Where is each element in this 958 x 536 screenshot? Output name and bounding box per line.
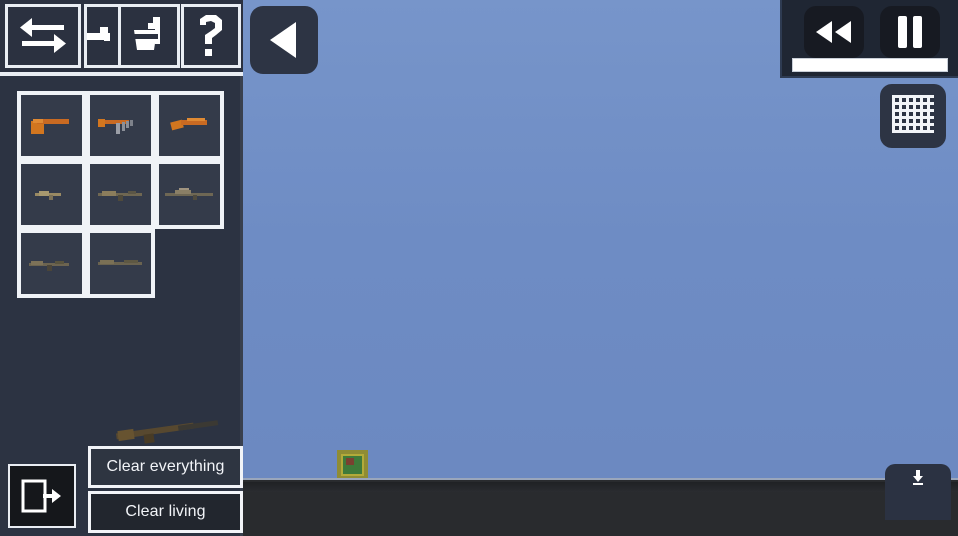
save-button[interactable]: Save xyxy=(885,464,951,520)
weapon-slot-carbine[interactable]: carbine xyxy=(17,160,86,229)
game-screen: Save Swap xyxy=(0,0,958,536)
weapon-slot-machine-gun[interactable]: machine-gun xyxy=(17,229,86,298)
swap-horizontal-icon xyxy=(20,18,66,53)
weapon-slot-assault-rifle[interactable]: assault-rifle xyxy=(86,160,155,229)
weapon-slot-sawed-off-shotgun[interactable]: sawed-off-shotgun xyxy=(155,91,224,160)
collapse-panel-button[interactable]: Collapse panel xyxy=(250,6,318,74)
download-icon xyxy=(913,470,923,485)
arrow-right-icon xyxy=(87,27,110,41)
weapon-slot-submachine-gun[interactable]: submachine-gun xyxy=(86,91,155,160)
assault-rifle-icon xyxy=(97,190,142,201)
background-weapon-decor xyxy=(115,420,219,444)
clear-actions: Clear everything Clear living xyxy=(88,446,243,533)
inventory-row: machine-gun shotgun xyxy=(17,229,155,298)
shotgun-icon xyxy=(97,259,142,265)
inventory-row: pistol submachine-gun xyxy=(17,91,224,160)
crate-detail xyxy=(346,458,354,465)
machine-gun-icon xyxy=(28,260,69,271)
exit-door-icon xyxy=(21,479,61,513)
sniper-rifle-icon xyxy=(164,187,213,200)
clear-everything-button[interactable]: Clear everything xyxy=(88,446,243,488)
paint-button[interactable]: Paint xyxy=(118,4,180,68)
scene-object-crate[interactable] xyxy=(337,450,368,480)
paint-bucket-icon xyxy=(132,17,160,50)
carbine-icon xyxy=(34,190,61,200)
pause-icon xyxy=(898,16,922,48)
weapon-inventory-grid: pistol submachine-gun xyxy=(17,91,235,298)
exit-button[interactable]: Exit xyxy=(8,464,76,528)
weapon-slot-pistol[interactable]: pistol xyxy=(17,91,86,160)
next-button[interactable]: Next xyxy=(84,4,122,68)
rewind-button[interactable]: Rewind xyxy=(804,6,864,58)
playback-panel: Rewind Pause Time scale xyxy=(780,0,958,78)
inventory-row: carbine assault-rifle xyxy=(17,160,224,229)
pause-button[interactable]: Pause xyxy=(880,6,940,58)
time-scale-slider-label: Time scale xyxy=(793,59,794,60)
sidebar-toolbar: Swap Next Paint xyxy=(0,0,243,76)
triangle-left-icon xyxy=(270,22,296,58)
weapon-slot-shotgun[interactable]: shotgun xyxy=(86,229,155,298)
rewind-icon xyxy=(816,21,851,43)
weapon-slot-sniper-rifle[interactable]: sniper-rifle xyxy=(155,160,224,229)
grid-toggle-button[interactable]: Toggle grid xyxy=(880,84,946,148)
swap-button[interactable]: Swap xyxy=(5,4,81,68)
pistol-icon xyxy=(30,118,69,134)
time-scale-slider[interactable]: Time scale xyxy=(792,58,948,72)
grid-icon xyxy=(892,95,934,133)
clear-living-button[interactable]: Clear living xyxy=(88,491,243,533)
submachine-gun-icon xyxy=(97,118,133,134)
left-sidebar: Swap Next Paint xyxy=(0,0,243,536)
sawed-off-shotgun-icon xyxy=(169,117,207,130)
question-mark-icon xyxy=(200,15,222,56)
help-button[interactable]: ? xyxy=(181,4,241,68)
